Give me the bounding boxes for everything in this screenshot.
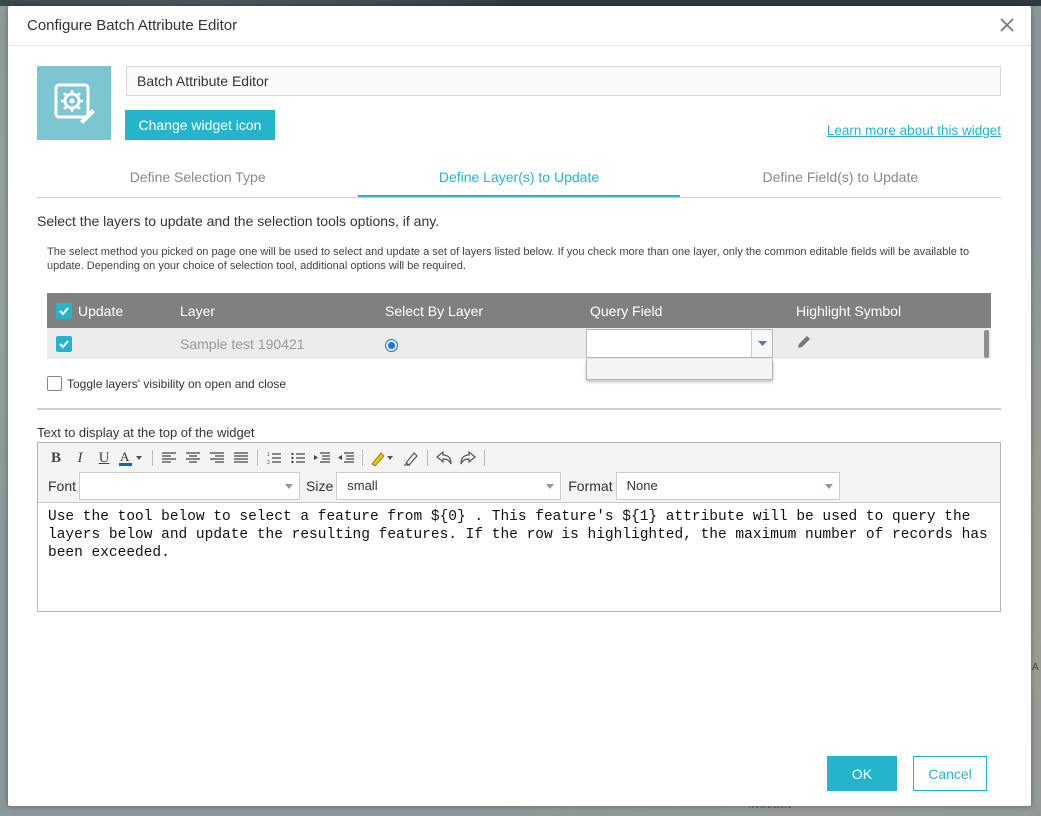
- select-by-layer-radio[interactable]: [385, 338, 398, 352]
- gear-edit-icon: [54, 83, 95, 124]
- header-highlight-symbol: Highlight Symbol: [796, 302, 902, 319]
- bullet-list-icon[interactable]: [286, 447, 310, 469]
- format-select[interactable]: None: [615, 472, 840, 500]
- row-layer-name: Sample test 190421: [180, 335, 305, 352]
- tab-define-selection-type[interactable]: Define Selection Type: [37, 158, 358, 197]
- rich-text-editor: B I U A 12 Font Size small Format None U…: [37, 442, 1001, 612]
- close-icon[interactable]: [997, 15, 1017, 35]
- svg-text:1: 1: [267, 452, 270, 458]
- size-label: Size: [306, 478, 334, 494]
- config-tabs: Define Selection Type Define Layer(s) to…: [37, 158, 1001, 198]
- grid-scrollbar[interactable]: [984, 330, 989, 358]
- font-color-icon[interactable]: A: [116, 447, 148, 469]
- grid-header: Update Layer Select By Layer Query Field…: [47, 293, 991, 328]
- header-layer: Layer: [180, 302, 216, 319]
- query-field-select[interactable]: [586, 329, 773, 358]
- outdent-icon[interactable]: [334, 447, 358, 469]
- redo-icon[interactable]: [456, 447, 480, 469]
- italic-icon[interactable]: I: [68, 447, 92, 469]
- editor-content-area[interactable]: Use the tool below to select a feature f…: [38, 503, 1000, 567]
- cancel-button[interactable]: Cancel: [913, 756, 987, 791]
- learn-more-link[interactable]: Learn more about this widget: [827, 123, 1001, 138]
- ok-button[interactable]: OK: [827, 756, 897, 791]
- align-center-icon[interactable]: [181, 447, 205, 469]
- undo-icon[interactable]: [432, 447, 456, 469]
- dialog-header: Configure Batch Attribute Editor: [8, 6, 1031, 46]
- font-select[interactable]: [79, 472, 301, 500]
- header-query-field: Query Field: [590, 302, 663, 319]
- svg-text:2: 2: [267, 460, 270, 465]
- tab-define-fields-to-update[interactable]: Define Field(s) to Update: [680, 158, 1001, 197]
- editor-toolbar: B I U A 12 Font Size small Format None: [38, 443, 1000, 503]
- header-select-by-layer: Select By Layer: [385, 302, 484, 319]
- underline-icon[interactable]: U: [92, 447, 116, 469]
- size-value: small: [347, 478, 378, 493]
- section-divider: [37, 408, 1001, 410]
- edit-pencil-icon[interactable]: [796, 334, 812, 350]
- description-text: The select method you picked on page one…: [47, 246, 970, 272]
- checkmark-icon: [59, 306, 69, 315]
- font-label: Font: [48, 478, 77, 494]
- query-field-dropdown-list[interactable]: [586, 359, 773, 380]
- toggle-visibility-label: Toggle layers' visibility on open and cl…: [67, 376, 287, 391]
- toggle-visibility-option: Toggle layers' visibility on open and cl…: [47, 376, 286, 391]
- svg-text:A: A: [120, 449, 130, 464]
- align-right-icon[interactable]: [205, 447, 229, 469]
- dialog-title: Configure Batch Attribute Editor: [27, 17, 238, 34]
- format-value: None: [626, 478, 658, 493]
- widget-name-input[interactable]: [126, 66, 1001, 96]
- chevron-down-icon: [285, 484, 294, 489]
- header-update: Update: [78, 302, 124, 319]
- widget-icon-preview: [37, 66, 111, 140]
- dropdown-arrow-icon[interactable]: [751, 330, 772, 357]
- align-left-icon[interactable]: [157, 447, 181, 469]
- bold-icon[interactable]: B: [44, 447, 68, 469]
- justify-icon[interactable]: [229, 447, 253, 469]
- select-all-checkbox[interactable]: [56, 302, 72, 319]
- numbered-list-icon[interactable]: 12: [262, 447, 286, 469]
- toggle-visibility-checkbox[interactable]: [47, 376, 62, 391]
- clear-format-icon[interactable]: [399, 447, 423, 469]
- tab-define-layers-to-update[interactable]: Define Layer(s) to Update: [358, 158, 680, 197]
- configure-dialog: Configure Batch Attribute Editor Change …: [8, 6, 1031, 806]
- format-label: Format: [568, 478, 613, 494]
- indent-icon[interactable]: [310, 447, 334, 469]
- editor-label: Text to display at the top of the widget: [37, 425, 255, 440]
- row-update-checkbox[interactable]: [56, 335, 72, 352]
- table-row: Sample test 190421: [47, 328, 991, 359]
- change-widget-icon-button[interactable]: Change widget icon: [125, 110, 275, 140]
- map-edge-glyph: A: [1032, 662, 1039, 673]
- highlight-color-icon[interactable]: [367, 447, 399, 469]
- size-select[interactable]: small: [336, 472, 562, 500]
- layers-grid: Update Layer Select By Layer Query Field…: [47, 293, 991, 359]
- intro-text: Select the layers to update and the sele…: [37, 213, 440, 229]
- chevron-down-icon: [546, 484, 555, 489]
- chevron-down-icon: [824, 484, 833, 489]
- checkmark-icon: [59, 339, 69, 348]
